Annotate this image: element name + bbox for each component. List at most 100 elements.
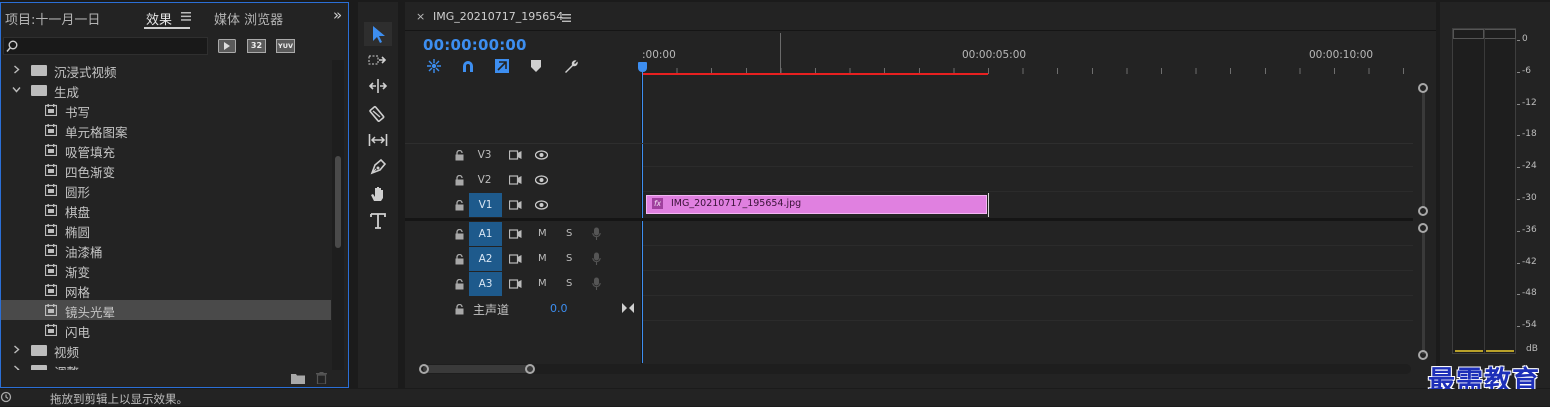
lock-icon[interactable] (455, 229, 464, 240)
solo-button[interactable]: S (566, 278, 572, 289)
video-zoom-handle-bottom[interactable] (1418, 206, 1428, 216)
yuv-filter-button[interactable]: YUV (276, 39, 295, 53)
track-label-v2[interactable]: V2 (468, 168, 501, 192)
close-sequence-icon[interactable]: × (416, 10, 425, 23)
track-select-tool[interactable] (364, 48, 392, 72)
mute-button[interactable]: M (538, 228, 547, 239)
scrollbar-thumb[interactable] (335, 156, 341, 248)
selection-tool[interactable] (364, 22, 392, 46)
type-tool[interactable] (364, 209, 392, 233)
accelerated-effects-icon[interactable] (218, 39, 236, 53)
audio-track-a1[interactable] (643, 222, 1413, 246)
time-ruler[interactable]: :00:00 00:00:05:00 00:00:10:00 (642, 30, 1436, 75)
pen-tool[interactable] (364, 155, 392, 179)
sequence-tab[interactable]: IMG_20210717_195654 (433, 10, 563, 23)
playhead-timecode[interactable]: 00:00:00:00 (423, 36, 527, 54)
zoom-handle-left[interactable] (419, 364, 429, 374)
lock-icon[interactable] (455, 304, 464, 315)
tab-project[interactable]: 项目:十一月一日 (5, 9, 100, 28)
chevron-right-icon[interactable] (12, 365, 21, 370)
trash-icon[interactable] (316, 372, 327, 384)
solo-button[interactable]: S (566, 228, 572, 239)
sync-lock-icon[interactable] (509, 150, 522, 160)
tab-media-browser[interactable]: 媒体 浏览器 (214, 9, 283, 28)
slip-tool[interactable] (364, 128, 392, 152)
audio-zoom-handle-bottom[interactable] (1418, 350, 1428, 360)
effect-item[interactable]: 渐变 (1, 260, 331, 280)
microphone-icon[interactable] (592, 252, 601, 266)
ripple-edit-tool[interactable] (364, 74, 392, 98)
video-track-v3[interactable] (643, 143, 1413, 167)
track-label-v3[interactable]: V3 (468, 143, 501, 167)
effects-folder[interactable]: 视频 (1, 340, 331, 360)
effect-item[interactable]: 圆形 (1, 180, 331, 200)
lock-icon[interactable] (455, 279, 464, 290)
effect-item[interactable]: 单元格图案 (1, 120, 331, 140)
solo-button[interactable]: S (566, 253, 572, 264)
effects-scrollbar[interactable] (332, 60, 344, 370)
track-label-a1[interactable]: A1 (469, 222, 502, 246)
audio-track-a2[interactable] (643, 247, 1413, 271)
chevron-right-icon[interactable] (12, 65, 21, 74)
track-label-a2[interactable]: A2 (469, 247, 502, 271)
effect-item[interactable]: 镜头光晕 (1, 300, 331, 320)
track-label-v1[interactable]: V1 (469, 193, 502, 217)
timeline-settings-wrench-icon[interactable] (563, 59, 578, 74)
effect-item[interactable]: 吸管填充 (1, 140, 331, 160)
microphone-icon[interactable] (592, 277, 601, 291)
horizontal-scrollbar[interactable] (419, 364, 1411, 374)
effects-folder[interactable]: 调整 (1, 360, 331, 370)
nest-sequence-icon[interactable] (427, 59, 441, 73)
effect-item[interactable]: 书写 (1, 100, 331, 120)
mute-button[interactable]: M (538, 253, 547, 264)
video-zoom-track[interactable] (1422, 92, 1425, 208)
video-clip[interactable]: fx IMG_20210717_195654.jpg (646, 195, 987, 214)
sequence-menu-icon[interactable] (562, 14, 571, 22)
eye-icon[interactable] (535, 175, 548, 185)
lock-icon[interactable] (455, 175, 464, 186)
sync-lock-icon[interactable] (509, 254, 522, 264)
effect-item[interactable]: 四色渐变 (1, 160, 331, 180)
hand-tool[interactable] (364, 182, 392, 206)
effects-search-input[interactable] (3, 37, 208, 55)
audio-zoom-handle-top[interactable] (1418, 223, 1428, 233)
effects-folder[interactable]: 沉浸式视频 (1, 60, 331, 80)
new-folder-icon[interactable] (291, 373, 305, 384)
effect-item[interactable]: 闪电 (1, 320, 331, 340)
horizontal-scroll-thumb[interactable] (423, 365, 533, 373)
lock-icon[interactable] (455, 254, 464, 265)
32bit-filter-button[interactable]: 32 (247, 39, 266, 53)
chevron-down-icon[interactable] (12, 85, 21, 94)
video-zoom-handle-top[interactable] (1418, 83, 1428, 93)
audio-track-a3[interactable] (643, 272, 1413, 296)
work-area-bar[interactable] (642, 73, 988, 75)
snap-magnet-icon[interactable] (461, 59, 475, 73)
sync-lock-icon[interactable] (509, 279, 522, 289)
sync-lock-icon[interactable] (509, 175, 522, 185)
background-task-icon[interactable] (0, 391, 12, 403)
zoom-handle-right[interactable] (525, 364, 535, 374)
effect-item[interactable]: 网格 (1, 280, 331, 300)
panel-menu-icon[interactable] (181, 12, 191, 21)
effects-folder[interactable]: 生成 (1, 80, 331, 100)
microphone-icon[interactable] (592, 227, 601, 241)
sync-lock-icon[interactable] (509, 229, 522, 239)
add-marker-icon[interactable] (531, 60, 541, 72)
eye-icon[interactable] (535, 200, 548, 210)
sync-lock-icon[interactable] (509, 200, 522, 210)
mute-button[interactable]: M (538, 278, 547, 289)
effect-item[interactable]: 椭圆 (1, 220, 331, 240)
effect-item[interactable]: 油漆桶 (1, 240, 331, 260)
video-audio-divider[interactable] (405, 218, 1413, 221)
audio-zoom-track[interactable] (1422, 232, 1425, 354)
lock-icon[interactable] (455, 150, 464, 161)
track-label-a3[interactable]: A3 (469, 272, 502, 296)
master-track[interactable] (643, 297, 1413, 321)
master-volume-value[interactable]: 0.0 (550, 302, 568, 315)
effect-item[interactable]: 棋盘 (1, 200, 331, 220)
expand-panels-icon[interactable]: » (333, 6, 342, 24)
tab-effects[interactable]: 效果 (146, 9, 172, 28)
chevron-right-icon[interactable] (12, 345, 21, 354)
eye-icon[interactable] (535, 150, 548, 160)
linked-selection-icon[interactable] (494, 58, 510, 74)
